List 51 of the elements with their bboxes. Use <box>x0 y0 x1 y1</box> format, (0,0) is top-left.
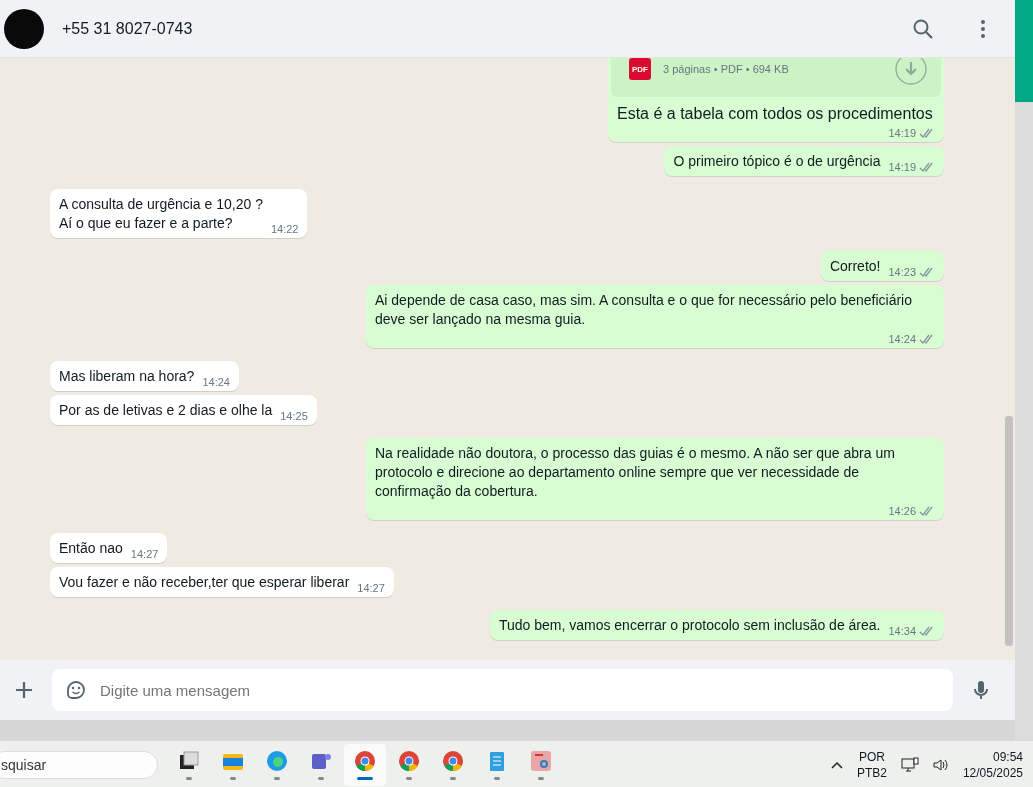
sticker-icon[interactable] <box>64 678 88 702</box>
running-indicator <box>186 777 192 780</box>
message-composer-field[interactable]: Digite uma mensagem <box>52 669 953 711</box>
message-time: 14:24 <box>202 375 230 389</box>
message-text: Por as de letivas e 2 dias e olhe la <box>59 401 273 420</box>
message-time: 14:27 <box>357 581 385 595</box>
running-indicator <box>274 777 280 780</box>
message-text: Correto! <box>829 257 881 276</box>
keyboard-layout-label[interactable]: PTB2 <box>856 764 887 781</box>
message-text: Esta é a tabela com todos os procedimentos <box>617 105 933 122</box>
message-text: A consulta de urgência e 10,20 ? Aí o que eu fazer e a parte? <box>59 195 263 233</box>
browser-icon <box>397 749 421 773</box>
language-label[interactable]: POR <box>858 748 885 765</box>
browser-icon <box>441 749 465 773</box>
clock-date[interactable]: 12/05/2025 <box>962 764 1023 781</box>
chevron-up-icon[interactable] <box>830 760 843 769</box>
running-indicator <box>450 777 456 780</box>
swirl-circle-icon <box>265 749 289 773</box>
pdf-file-icon: PDF <box>629 58 651 80</box>
message-text: O primeiro tópico é o de urgência <box>673 152 881 171</box>
message-text: Mas liberam na hora? <box>59 367 195 386</box>
message-text: Vou fazer e não receber,ter que esperar liberar <box>59 573 350 592</box>
message-text: Ai depende de casa caso, mas sim. A consulta e o que for necessário pelo beneficiário deve ser lançado na mesma guia. <box>375 291 913 329</box>
document-card[interactable]: PDF 3 páginas • PDF • 694 KB <box>611 58 941 97</box>
message-time: 14:34 <box>888 624 916 638</box>
snipping-tool-icon <box>529 749 553 773</box>
running-indicator <box>230 777 236 780</box>
running-indicator <box>318 777 324 780</box>
running-indicator <box>357 777 373 780</box>
message-time: 14:22 <box>270 222 299 236</box>
message-text: Então nao <box>59 539 123 558</box>
message-time: 14:24 <box>888 332 916 346</box>
message-time: 14:19 <box>888 160 916 174</box>
clock-time[interactable]: 09:54 <box>992 748 1023 765</box>
network-icon[interactable] <box>900 756 919 773</box>
message-time: 14:25 <box>280 409 308 423</box>
message-text: Tudo bem, vamos encerrar o protocolo sem inclusão de área. <box>498 616 881 635</box>
document-meta: 3 páginas • PDF • 694 KB <box>663 63 790 75</box>
running-indicator <box>406 777 412 780</box>
running-indicator <box>538 777 544 780</box>
running-indicator <box>494 777 500 780</box>
volume-icon[interactable] <box>932 757 949 772</box>
search-field[interactable]: squisar <box>0 750 158 779</box>
scrollbar-thumb[interactable] <box>1005 416 1013 646</box>
message-time: 14:19 <box>888 126 916 140</box>
message-time: 14:27 <box>130 547 159 561</box>
message-time: 14:26 <box>888 504 916 518</box>
message-time: 14:23 <box>888 265 916 279</box>
message-text: Na realidade não doutora, o processo das guias é o mesmo. A não ser que abra um protocolo e direcione ao departamento online sempre que ver necessidade de confirmação da cobertura. <box>375 444 896 501</box>
browser-icon <box>353 749 377 773</box>
contact-avatar[interactable] <box>4 8 44 49</box>
